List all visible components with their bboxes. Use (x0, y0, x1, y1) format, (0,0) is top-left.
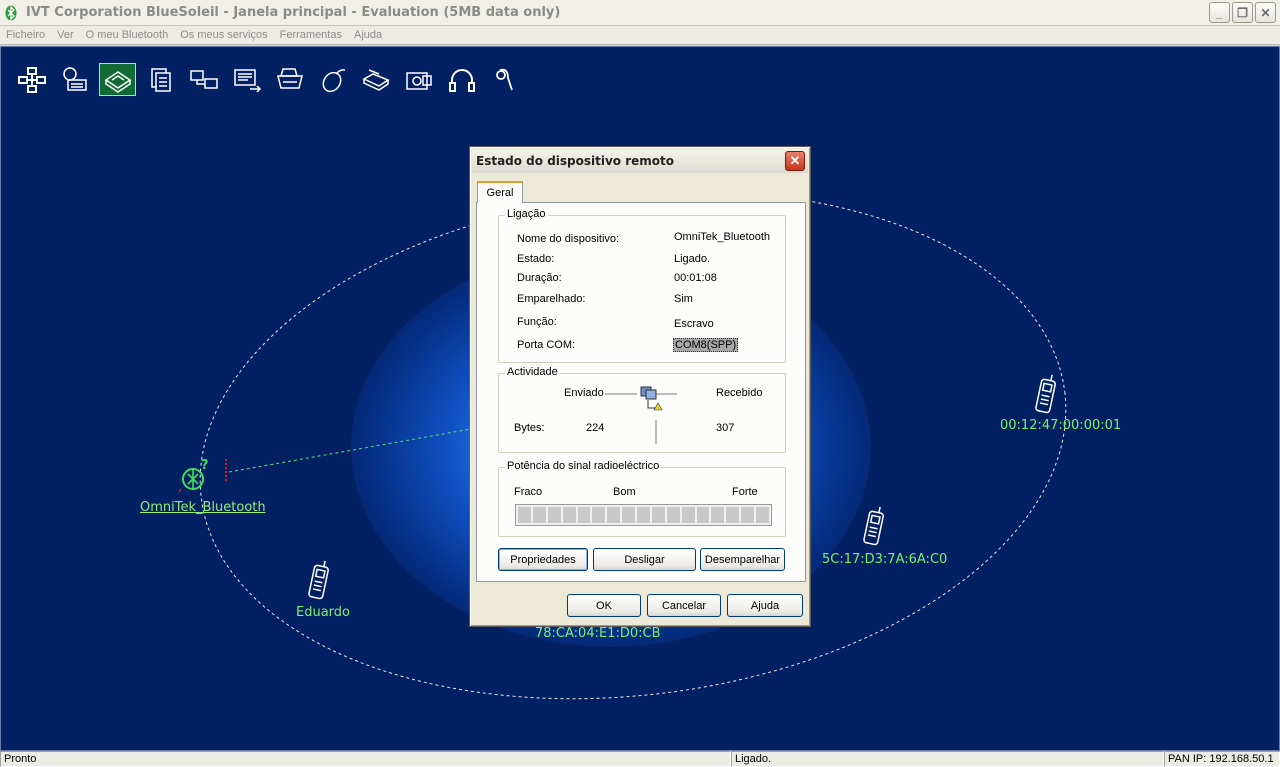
signal-strong-label: Forte (732, 486, 758, 498)
device-label-dev2[interactable]: 5C:17:D3:7A:6A:C0 (822, 552, 947, 567)
status-bar: Pronto Ligado. PAN IP: 192.168.50.1 (0, 751, 1280, 767)
bluesoleil-icon (4, 4, 18, 21)
dialog-title: Estado do dispositivo remoto (476, 154, 675, 168)
connection-group-title: Ligação (505, 208, 548, 220)
signal-segment (518, 507, 531, 523)
device-label-local[interactable]: OmniTek_Bluetooth (140, 500, 266, 515)
disconnect-button[interactable]: Desligar (593, 548, 696, 571)
properties-button[interactable]: Propriedades (498, 548, 588, 571)
signal-segment (592, 507, 606, 523)
ok-button[interactable]: OK (567, 594, 641, 617)
unpair-button[interactable]: Desemparelhar (700, 548, 785, 571)
signal-segment (577, 507, 591, 523)
remote-device-status-dialog: Estado do dispositivo remoto ✕ Geral Lig… (469, 146, 811, 627)
signal-good-label: Bom (613, 486, 636, 498)
menu-o-meu-bluetooth[interactable]: O meu Bluetooth (80, 26, 175, 44)
mouse-icon[interactable] (314, 63, 351, 96)
device-label-dev1[interactable]: 00:12:47:00:00:01 (1000, 418, 1121, 433)
main-window: IVT Corporation BlueSoleil - Janela prin… (0, 0, 1280, 767)
tab-panel-geral: Ligação Nome do dispositivo: OmniTek_Blu… (476, 202, 806, 582)
headphones-icon[interactable] (443, 63, 480, 96)
state-label: Estado: (517, 253, 555, 265)
dialup-icon[interactable] (56, 63, 93, 96)
headset-icon[interactable] (486, 63, 523, 96)
phone-icon[interactable] (862, 505, 886, 550)
signal-segment (726, 507, 740, 523)
signal-segment (637, 507, 650, 523)
menu-ficheiro[interactable]: Ficheiro (0, 26, 51, 44)
menu-bar: Ficheiro Ver O meu Bluetooth Os meus ser… (0, 26, 1280, 45)
minimize-button[interactable]: _ (1209, 2, 1230, 23)
service-toolbar (13, 63, 523, 96)
paired-label: Emparelhado: (517, 293, 586, 305)
device-name-value: OmniTek_Bluetooth (674, 231, 770, 243)
status-ready: Pronto (0, 751, 731, 767)
signal-segment (562, 507, 576, 523)
signal-segment (547, 507, 561, 523)
duration-value: 00:01:08 (674, 272, 717, 284)
device-label-eduardo[interactable]: Eduardo (296, 605, 350, 620)
com-port-value[interactable]: COM8(SPP) (673, 338, 739, 352)
phone-icon[interactable] (307, 559, 331, 604)
sync-icon[interactable] (185, 63, 222, 96)
local-device-icon[interactable]: ? (172, 457, 229, 498)
file-transfer-icon[interactable] (142, 63, 179, 96)
com-port-label: Porta COM: (517, 339, 576, 351)
role-value: Escravo (674, 318, 714, 330)
signal-segment (651, 507, 665, 523)
signal-segment (756, 507, 769, 523)
svg-text:?: ? (201, 458, 209, 473)
title-bar: IVT Corporation BlueSoleil - Janela prin… (0, 0, 1280, 26)
signal-segment (681, 507, 695, 523)
state-value: Ligado. (674, 253, 711, 265)
cancel-button[interactable]: Cancelar (647, 594, 721, 617)
received-label: Recebido (716, 387, 763, 399)
lan-access-icon[interactable] (99, 63, 136, 96)
signal-segment (666, 507, 680, 523)
network-hub-icon[interactable] (13, 63, 50, 96)
dialog-title-bar: Estado do dispositivo remoto ✕ (472, 149, 808, 173)
activity-group-title: Actividade (505, 366, 560, 378)
signal-segment (532, 507, 546, 523)
printer-icon[interactable] (271, 63, 308, 96)
signal-weak-label: Fraco (514, 486, 543, 498)
device-label-dev3[interactable]: 78:CA:04:E1:D0:CB (535, 626, 661, 641)
menu-ferramentas[interactable]: Ferramentas (274, 26, 348, 44)
window-title: IVT Corporation BlueSoleil - Janela prin… (26, 5, 561, 20)
signal-segment (622, 507, 635, 523)
paired-value: Sim (674, 293, 693, 305)
camera-icon[interactable] (400, 63, 437, 96)
status-connection: Ligado. (731, 751, 1164, 767)
restore-button[interactable]: ❐ (1232, 2, 1253, 23)
signal-segment (696, 507, 710, 523)
menu-ver[interactable]: Ver (51, 26, 80, 44)
activity-group: Actividade Enviado Recebido Bytes: 224 3… (498, 366, 786, 453)
signal-segment (711, 507, 725, 523)
help-button[interactable]: Ajuda (727, 594, 803, 617)
menu-os-meus-servicos[interactable]: Os meus serviços (174, 26, 273, 44)
status-pan-ip: PAN IP: 192.168.50.1 (1164, 751, 1280, 767)
sent-label: Enviado (564, 387, 604, 399)
object-push-icon[interactable] (228, 63, 265, 96)
bytes-label: Bytes: (514, 422, 545, 434)
signal-segment (607, 507, 621, 523)
signal-strength-group: Potência do sinal radioeléctrico Fraco B… (498, 460, 786, 537)
connection-group: Ligação Nome do dispositivo: OmniTek_Blu… (498, 208, 786, 363)
bytes-received-value: 307 (716, 422, 735, 434)
fax-icon[interactable] (357, 63, 394, 96)
role-label: Função: (517, 316, 557, 328)
duration-label: Duração: (517, 272, 562, 284)
network-computers-icon (603, 382, 679, 452)
signal-segment (741, 507, 754, 523)
close-button[interactable]: ✕ (1255, 2, 1276, 23)
dialog-close-button[interactable]: ✕ (785, 151, 805, 171)
device-name-label: Nome do dispositivo: (517, 233, 620, 245)
bytes-sent-value: 224 (586, 422, 605, 434)
phone-icon[interactable] (1034, 373, 1058, 418)
signal-strength-meter (515, 504, 772, 526)
tab-geral[interactable]: Geral (477, 181, 523, 203)
signal-group-title: Potência do sinal radioeléctrico (505, 460, 662, 472)
menu-ajuda[interactable]: Ajuda (348, 26, 388, 44)
